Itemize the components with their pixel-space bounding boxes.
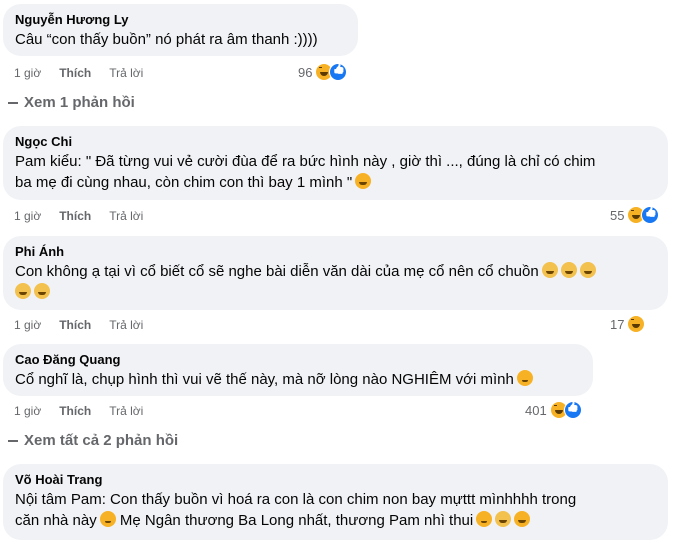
comment-bubble: Cao Đăng Quang Cổ nghĩ là, chụp hình thì… <box>3 344 593 396</box>
view-all-replies-link[interactable]: Xem tất cả 2 phản hồi <box>8 432 178 449</box>
comment-text-line <box>15 282 656 303</box>
smirk-emoji-icon <box>476 511 493 527</box>
comment-bubble: Võ Hoài Trang Nội tâm Pam: Con thấy buồn… <box>3 464 668 540</box>
like-reaction-icon <box>563 401 582 419</box>
reaction-summary[interactable]: 55 <box>610 206 660 224</box>
like-button[interactable]: Thích <box>59 404 91 418</box>
laughing-emoji-icon <box>355 173 372 189</box>
reaction-count: 17 <box>610 316 625 332</box>
comment-bubble: Phi Ánh Con không ạ tại vì cổ biết cổ sẽ… <box>3 236 668 310</box>
reply-button[interactable]: Trả lời <box>109 404 143 418</box>
reaction-summary[interactable]: 401 <box>525 401 582 419</box>
comment-time[interactable]: 1 giờ <box>14 209 41 223</box>
screaming-emoji-icon <box>541 262 558 278</box>
comment-text-line: Nội tâm Pam: Con thấy buồn vì hoá ra con… <box>15 491 577 508</box>
comment-actions: 1 giờ Thích Trả lời <box>14 209 143 223</box>
screaming-emoji-icon <box>34 283 50 299</box>
comment-time[interactable]: 1 giờ <box>14 66 41 80</box>
comment-actions: 1 giờ Thích Trả lời <box>14 318 143 332</box>
comment-text: Cổ nghĩ là, chụp hình thì vui vẽ thế này… <box>15 369 581 390</box>
comment-author[interactable]: Phi Ánh <box>15 243 656 260</box>
like-button[interactable]: Thích <box>59 209 91 223</box>
comment-author[interactable]: Ngọc Chi <box>15 133 656 150</box>
comment-text: Câu “con thấy buồn” nó phát ra âm thanh … <box>15 31 318 48</box>
screaming-emoji-icon <box>560 262 577 278</box>
comment-text-line: ba mẹ đi cùng nhau, còn chim con thì bay… <box>15 172 656 193</box>
laughing-emoji-icon <box>514 511 531 527</box>
comment-text-fragment: Con không ạ tại vì cổ biết cổ sẽ nghe bà… <box>15 263 539 280</box>
screaming-emoji-icon <box>579 262 596 278</box>
comment-text-line: Pam kiểu: " Đã từng vui vẻ cười đùa để r… <box>15 153 596 170</box>
smirk-emoji-icon <box>99 511 116 527</box>
comment-actions: 1 giờ Thích Trả lời <box>14 404 143 418</box>
comment-text-fragment: ba mẹ đi cùng nhau, còn chim con thì bay… <box>15 174 353 191</box>
reaction-count: 96 <box>298 64 313 80</box>
comment-text: Pam kiểu: " Đã từng vui vẻ cười đùa để r… <box>15 151 656 193</box>
reply-button[interactable]: Trả lời <box>109 66 143 80</box>
comment-bubble: Ngọc Chi Pam kiểu: " Đã từng vui vẻ cười… <box>3 126 668 200</box>
reaction-count: 55 <box>610 207 625 223</box>
comment-text: Nội tâm Pam: Con thấy buồn vì hoá ra con… <box>15 489 656 531</box>
reply-button[interactable]: Trả lời <box>109 318 143 332</box>
comment-author[interactable]: Nguyễn Hương Ly <box>15 11 346 28</box>
comment-text-fragment: Mẹ Ngân thương Ba Long nhất, thương Pam … <box>119 512 474 529</box>
screaming-emoji-icon <box>15 283 31 299</box>
comment-text-line: Con không ạ tại vì cổ biết cổ sẽ nghe bà… <box>15 261 656 282</box>
like-button[interactable]: Thích <box>59 318 91 332</box>
like-reaction-icon <box>329 63 348 81</box>
view-replies-label: Xem tất cả 2 phản hồi <box>24 432 179 449</box>
comment-text-fragment: Cổ nghĩ là, chụp hình thì vui vẽ thế này… <box>15 371 514 388</box>
comment-text: Con không ạ tại vì cổ biết cổ sẽ nghe bà… <box>15 261 656 303</box>
view-replies-label: Xem 1 phản hồi <box>24 94 135 111</box>
reply-button[interactable]: Trả lời <box>109 209 143 223</box>
comment-actions: 1 giờ Thích Trả lời <box>14 66 143 80</box>
comment-text-fragment: căn nhà này <box>15 512 97 529</box>
pleading-emoji-icon <box>495 511 512 527</box>
reaction-count: 401 <box>525 402 547 418</box>
reply-arrow-icon <box>8 439 18 442</box>
comment-author[interactable]: Cao Đăng Quang <box>15 351 581 368</box>
comment-bubble: Nguyễn Hương Ly Câu “con thấy buồn” nó p… <box>3 4 358 56</box>
comment-time[interactable]: 1 giờ <box>14 404 41 418</box>
comment-author[interactable]: Võ Hoài Trang <box>15 471 656 488</box>
winking-emoji-icon <box>516 370 533 386</box>
comment-time[interactable]: 1 giờ <box>14 318 41 332</box>
haha-reaction-icon <box>627 315 646 333</box>
view-replies-link[interactable]: Xem 1 phản hồi <box>8 94 135 111</box>
reaction-summary[interactable]: 96 <box>298 63 348 81</box>
reaction-summary[interactable]: 17 <box>610 315 646 333</box>
like-button[interactable]: Thích <box>59 66 91 80</box>
like-reaction-icon <box>641 206 660 224</box>
reply-arrow-icon <box>8 101 18 104</box>
comment-text-line: căn nhà này Mẹ Ngân thương Ba Long nhất,… <box>15 510 656 531</box>
